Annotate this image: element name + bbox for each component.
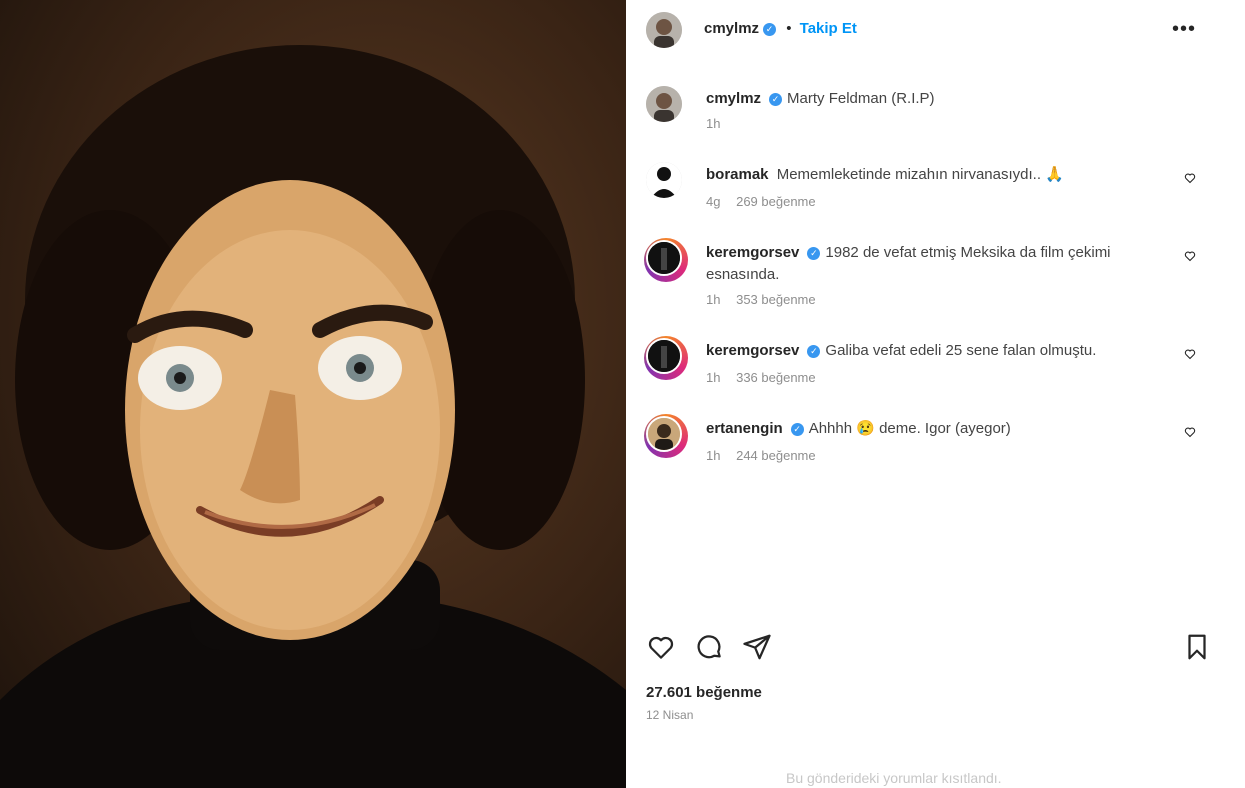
comment-avatar[interactable] [646,162,682,198]
share-icon[interactable] [742,632,772,662]
comment-body: Mememleketinde mizahın nirvanasıydı.. 🙏 [776,166,1064,183]
author-avatar-image [646,12,682,48]
comment-time[interactable]: 1h [706,370,720,385]
comment-text: ertanengin ✓ Ahhhh 😢 deme. Igor (ayegor) [706,418,1146,440]
header-user: cmylmz ✓ • Takip Et [704,20,857,37]
separator-dot: • [786,20,792,37]
portrait-illustration [0,45,626,788]
comment-meta: 4g 269 beğenme [706,194,828,209]
comment-text: keremgorsev ✓ 1982 de vefat etmiş Meksika … [706,242,1146,286]
comment-item: keremgorsev ✓ Galiba vefat edeli 25 sene f… [644,336,1206,398]
comment-avatar-image [648,340,680,372]
author-username[interactable]: cmylmz [704,20,759,37]
heart-icon[interactable] [646,632,676,662]
follow-button[interactable]: Takip Et [800,20,857,37]
caption-time[interactable]: 1h [706,116,720,131]
author-avatar[interactable] [646,12,682,48]
comment-time[interactable]: 1h [706,448,720,463]
post-date: 12 Nisan [646,708,694,722]
comment-heart-icon[interactable] [1184,426,1196,438]
story-ring[interactable] [644,336,688,380]
comment-username[interactable]: keremgorsev [706,342,799,359]
caption-avatar-image [646,86,682,122]
caption-text: cmylmz ✓ Marty Feldman (R.I.P) [706,88,1146,110]
comment-time[interactable]: 4g [706,194,720,209]
comment-avatar [646,416,682,452]
bookmark-icon[interactable] [1182,632,1212,662]
comment-avatar-image [648,418,680,450]
comment-item: keremgorsev ✓ 1982 de vefat etmiş Meksika … [644,238,1206,320]
comment-avatar [646,240,682,276]
story-ring[interactable] [644,414,688,458]
comment-item: ertanengin ✓ Ahhhh 😢 deme. Igor (ayegor) 1… [644,414,1206,476]
comment-username[interactable]: boramak [706,166,769,183]
verified-badge-icon: ✓ [807,246,821,260]
comment-text: keremgorsev ✓ Galiba vefat edeli 25 sene f… [706,340,1146,362]
comment-meta: 1h 353 beğenme [706,292,828,307]
caption-meta: 1h [706,116,732,131]
comment-likes[interactable]: 244 beğenme [736,448,816,463]
verified-badge-icon: ✓ [763,22,777,36]
comment-item: boramak Mememleketinde mizahın nirvanası… [646,162,1206,222]
comment-username[interactable]: ertanengin [706,420,783,437]
caption-row: cmylmz ✓ Marty Feldman (R.I.P) 1h [646,86,1206,136]
comments-restricted-note: Bu gönderideki yorumlar kısıtlandı. [786,770,1002,786]
caption-username[interactable]: cmylmz [706,90,761,107]
comment-likes[interactable]: 353 beğenme [736,292,816,307]
comment-text: boramak Mememleketinde mizahın nirvanası… [706,164,1146,186]
caption-body: Marty Feldman (R.I.P) [787,90,935,107]
comment-heart-icon[interactable] [1184,348,1196,360]
verified-badge-icon: ✓ [769,92,783,106]
post-image[interactable] [0,0,626,788]
comment-heart-icon[interactable] [1184,250,1196,262]
comment-heart-icon[interactable] [1184,172,1196,184]
verified-badge-icon: ✓ [807,344,821,358]
like-count[interactable]: 27.601 beğenme [646,684,762,701]
comment-icon[interactable] [694,632,724,662]
caption-avatar[interactable] [646,86,682,122]
more-icon[interactable]: ••• [1172,18,1196,41]
comment-likes[interactable]: 269 beğenme [736,194,816,209]
verified-badge-icon: ✓ [790,422,804,436]
post-details-panel: cmylmz ✓ • Takip Et ••• cmylmz ✓ Marty Feld… [626,0,1245,788]
comment-username[interactable]: keremgorsev [706,244,799,261]
action-bar [646,632,1216,666]
comment-meta: 1h 336 beğenme [706,370,828,385]
comment-avatar-image [646,162,682,198]
story-ring[interactable] [644,238,688,282]
comment-avatar-image [648,242,680,274]
comment-meta: 1h 244 beğenme [706,448,828,463]
comment-avatar [646,338,682,374]
comment-body: Ahhhh 😢 deme. Igor (ayegor) [808,420,1011,437]
comment-body: Galiba vefat edeli 25 sene falan olmuştu… [825,342,1097,359]
comment-likes[interactable]: 336 beğenme [736,370,816,385]
comment-time[interactable]: 1h [706,292,720,307]
post-header: cmylmz ✓ • Takip Et ••• [626,0,1216,60]
